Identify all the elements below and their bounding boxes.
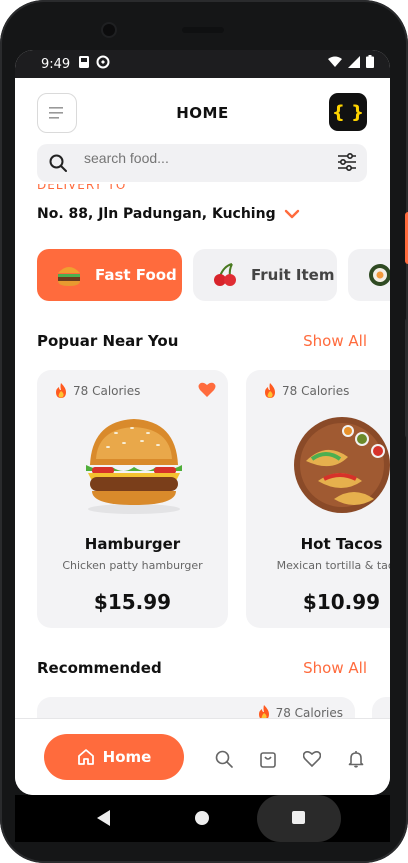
cherry-icon — [211, 261, 239, 289]
product-price: $15.99 — [93, 590, 172, 614]
chevron-down-icon[interactable] — [284, 209, 300, 219]
shopping-bag-icon — [260, 752, 276, 768]
status-bar: 9:49 — [15, 50, 390, 78]
burger-icon — [55, 261, 83, 289]
phone-notch — [0, 0, 408, 50]
battery-icon — [366, 55, 374, 68]
cart-nav-button[interactable] — [257, 748, 279, 770]
product-card-hot-tacos[interactable]: 78 Calories Hot Tacos Mexican tortilla &… — [246, 370, 390, 628]
phone-frame: 9:49 HOME { } DELIVERY TO No. 88, — [0, 0, 408, 863]
speaker — [182, 27, 224, 33]
fire-icon — [56, 383, 66, 398]
recommended-title: Recommended — [37, 659, 162, 677]
bottom-navigation: Home — [15, 718, 390, 795]
address-text: No. 88, Jln Padungan, Kuching — [37, 206, 276, 222]
calories-info: 78 Calories — [264, 383, 349, 398]
home-circle-icon[interactable] — [195, 811, 209, 825]
app-logo[interactable]: { } — [329, 93, 367, 131]
sim-icon — [79, 56, 89, 68]
system-navigation-bar — [15, 795, 390, 842]
product-description: Mexican tortilla & tacos — [276, 559, 390, 572]
calories-text: 78 Calories — [73, 383, 141, 398]
status-left-icons — [78, 55, 110, 69]
heart-icon[interactable] — [198, 382, 216, 398]
filter-icon[interactable] — [337, 153, 357, 171]
popular-title: Popuar Near You — [37, 332, 179, 350]
category-label: Fruit Item — [251, 266, 335, 284]
calories-info: 78 Calories — [55, 383, 140, 398]
category-fruit-item[interactable]: Fruit Item — [193, 249, 337, 301]
category-fast-food[interactable]: Fast Food — [37, 249, 182, 301]
search-bar — [37, 144, 367, 182]
sushi-icon — [366, 261, 390, 289]
popular-show-all-link[interactable]: Show All — [303, 332, 367, 350]
favorites-nav-button[interactable] — [301, 748, 323, 770]
product-card-hamburger[interactable]: 78 Calories Hamburger Chicken patty hamb… — [37, 370, 228, 628]
home-icon — [77, 749, 94, 765]
category-label: Fast Food — [95, 266, 177, 284]
category-sushi[interactable] — [348, 249, 390, 301]
tacos-image — [294, 417, 390, 513]
fire-icon — [265, 383, 275, 398]
product-price: $10.99 — [302, 590, 381, 614]
signal-icon — [348, 55, 360, 68]
product-name: Hamburger — [84, 535, 181, 553]
search-icon — [215, 750, 233, 768]
status-time: 9:49 — [41, 57, 71, 72]
calories-text: 78 Calories — [282, 383, 350, 398]
search-input[interactable] — [82, 148, 316, 168]
sync-icon — [96, 55, 110, 69]
logo-text: { } — [332, 101, 364, 123]
hamburger-image — [86, 419, 182, 514]
home-nav-button[interactable]: Home — [44, 734, 184, 780]
recents-icon[interactable] — [292, 811, 305, 824]
back-icon[interactable] — [97, 810, 111, 826]
product-description: Chicken patty hamburger — [62, 559, 203, 572]
camera — [103, 24, 115, 36]
app-screen: 9:49 HOME { } DELIVERY TO No. 88, — [15, 50, 390, 795]
wifi-icon — [328, 56, 342, 67]
product-name: Hot Tacos — [300, 535, 383, 553]
notifications-nav-button[interactable] — [345, 748, 367, 770]
delivery-address[interactable]: No. 88, Jln Padungan, Kuching — [37, 206, 300, 222]
recommended-show-all-link[interactable]: Show All — [303, 659, 367, 677]
status-right-icons — [328, 55, 374, 68]
home-nav-label: Home — [102, 748, 152, 766]
heart-icon — [303, 751, 321, 767]
bell-icon — [348, 751, 364, 768]
search-nav-button[interactable] — [213, 748, 235, 770]
search-icon[interactable] — [49, 154, 67, 172]
